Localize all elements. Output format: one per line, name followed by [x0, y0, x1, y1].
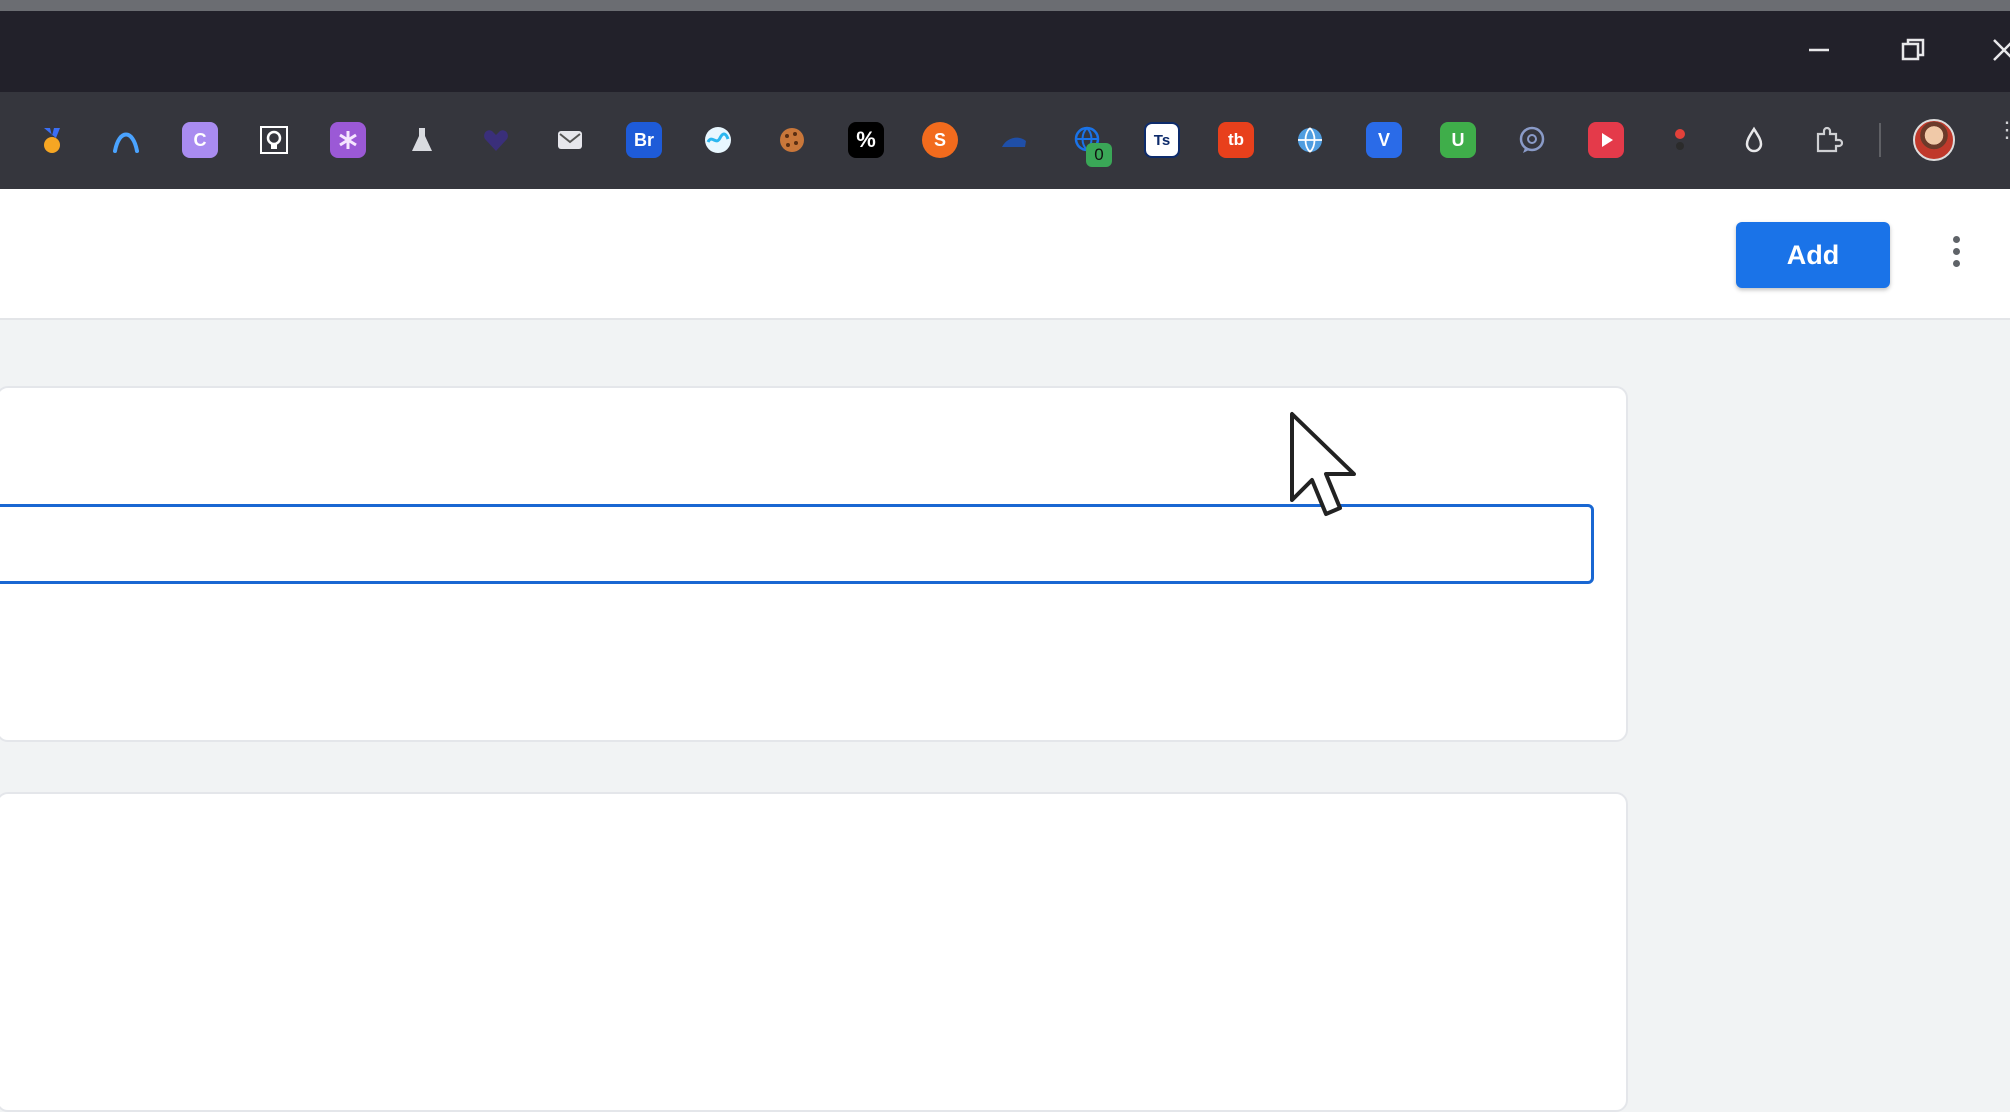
- c-extension-icon[interactable]: C: [182, 122, 218, 158]
- browser-menu-icon[interactable]: ⋮: [1996, 119, 2010, 158]
- tab-strip-edge: [0, 0, 2010, 11]
- medal-extension-icon[interactable]: [34, 122, 70, 158]
- restore-icon[interactable]: [1899, 36, 1927, 64]
- heart-extension-icon[interactable]: [478, 122, 514, 158]
- more-options-icon[interactable]: [1944, 236, 1968, 276]
- asterisk-extension-icon[interactable]: [330, 122, 366, 158]
- tb-extension-icon[interactable]: tb: [1218, 122, 1254, 158]
- traffic-extension-icon[interactable]: [1662, 122, 1698, 158]
- envelope-extension-icon[interactable]: [552, 122, 588, 158]
- app-header: [0, 189, 2010, 320]
- arc-extension-icon[interactable]: [108, 122, 144, 158]
- world-extension-icon[interactable]: [1292, 122, 1328, 158]
- mouse-pointer-icon: [1288, 410, 1368, 520]
- bridge-extension-icon[interactable]: Br: [626, 122, 662, 158]
- s-extension-icon[interactable]: S: [922, 122, 958, 158]
- chat-extension-icon[interactable]: [1514, 122, 1550, 158]
- lightbulb-extension-icon[interactable]: [256, 122, 292, 158]
- window-title-bar: [0, 0, 2010, 92]
- extension-badge-count: 0: [1086, 143, 1112, 167]
- minimize-icon[interactable]: [1805, 36, 1833, 64]
- add-button[interactable]: Add: [1736, 222, 1890, 288]
- drop-extension-icon[interactable]: [1736, 122, 1772, 158]
- toolbar-divider: [1879, 123, 1881, 157]
- avatar[interactable]: [1913, 119, 1955, 161]
- hat-extension-icon[interactable]: [996, 122, 1032, 158]
- puzzle-extension-icon[interactable]: [1810, 122, 1846, 158]
- play-extension-icon[interactable]: [1588, 122, 1624, 158]
- percent-extension-icon[interactable]: %: [848, 122, 884, 158]
- ts-extension-icon[interactable]: Ts: [1144, 122, 1180, 158]
- wave-extension-icon[interactable]: [700, 122, 736, 158]
- cookie-extension-icon[interactable]: [774, 122, 810, 158]
- v-extension-icon[interactable]: V: [1366, 122, 1402, 158]
- u-extension-icon[interactable]: U: [1440, 122, 1476, 158]
- flask-extension-icon[interactable]: [404, 122, 440, 158]
- second-card: [0, 792, 1628, 1112]
- close-icon[interactable]: [1990, 36, 2010, 64]
